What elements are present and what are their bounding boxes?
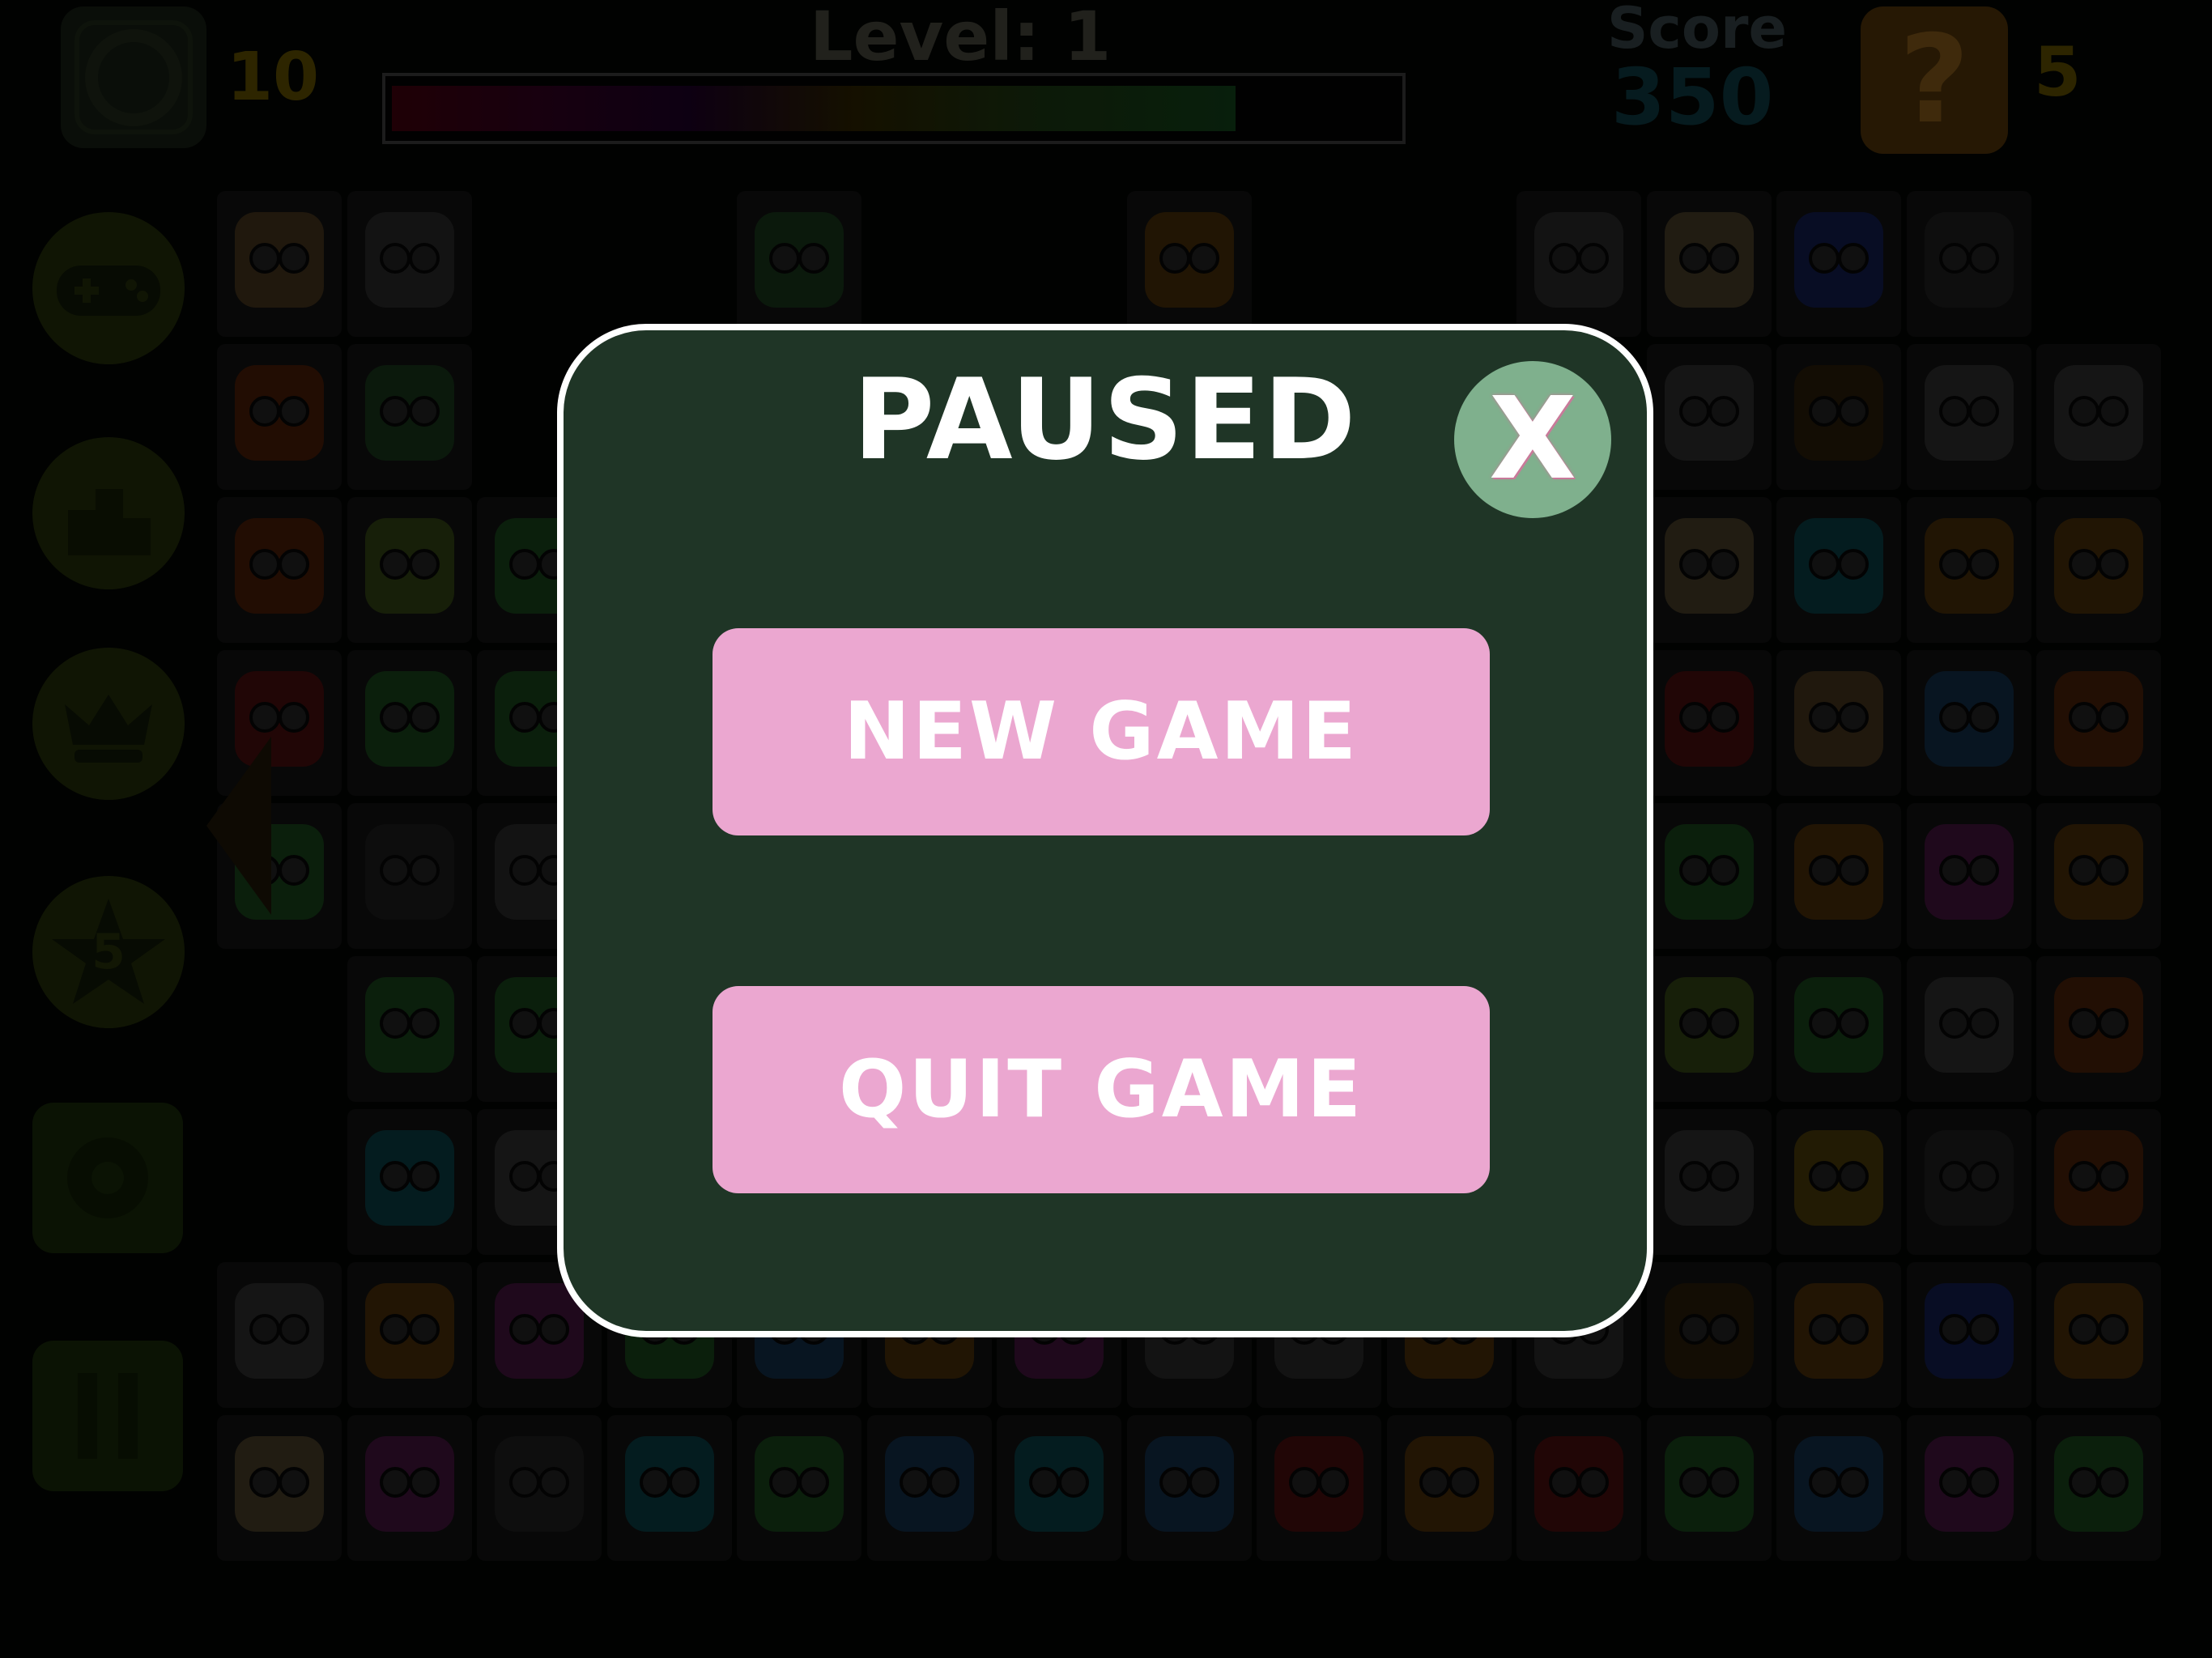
close-button[interactable]: X: [1454, 361, 1611, 518]
quit-game-label: QUIT GAME: [838, 1044, 1364, 1136]
pause-dialog: PAUSED X NEW GAME QUIT GAME: [557, 324, 1653, 1337]
new-game-button[interactable]: NEW GAME: [713, 628, 1490, 835]
game-screen: 10 Level: 1 Score 350 ? 5 5 PAUSED X NEW…: [0, 0, 2212, 1658]
close-icon: X: [1489, 373, 1576, 505]
quit-game-button[interactable]: QUIT GAME: [713, 986, 1490, 1193]
new-game-label: NEW GAME: [844, 686, 1359, 778]
